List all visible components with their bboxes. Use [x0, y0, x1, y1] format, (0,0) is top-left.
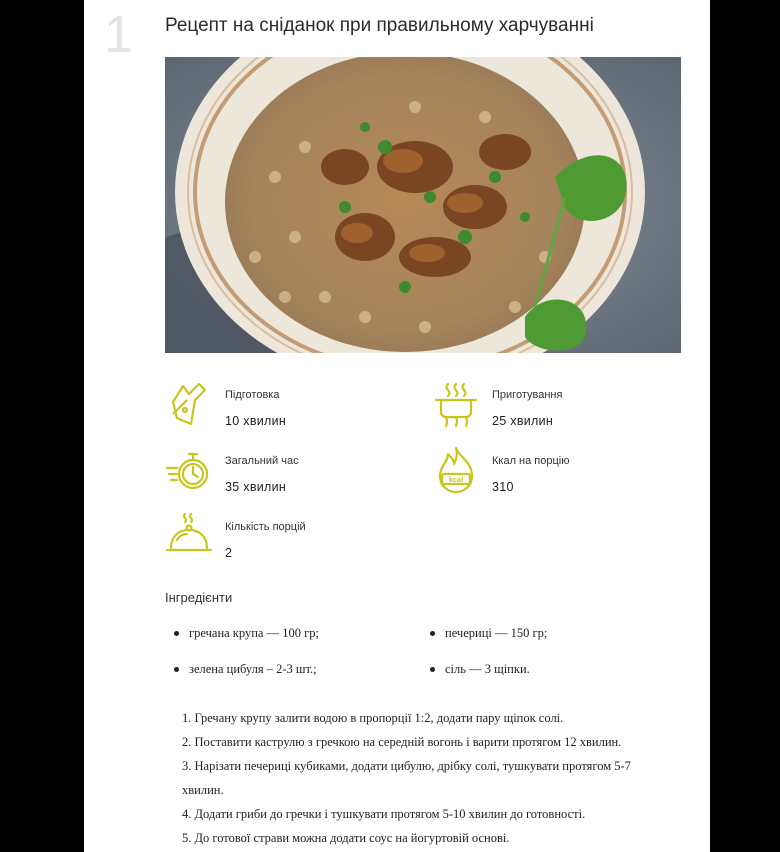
kcal-per-serving: kcal Ккал на порцію 310	[432, 446, 672, 502]
step-item: 2. Поставити каструлю з гречкою на серед…	[182, 735, 622, 749]
cook-value: 25 хвилин	[492, 414, 554, 428]
bullet	[430, 630, 435, 636]
prep-time: Підготовка 10 хвилин	[165, 380, 405, 436]
step-item: 3. Нарізати печериці кубиками, додати ци…	[182, 759, 631, 797]
kcal-flame-icon: kcal	[438, 446, 474, 494]
ingredient-text: гречана крупа — 100 гр;	[189, 626, 319, 640]
ingredients-heading: Інгредієнти	[165, 590, 233, 605]
cook-time: Приготування 25 хвилин	[432, 380, 672, 436]
kcal-value: 310	[492, 480, 514, 494]
ingredient-item: гречана крупа — 100 гр;	[174, 626, 319, 641]
recipe-photo	[165, 57, 681, 353]
prep-value: 10 хвилин	[225, 414, 287, 428]
svg-text:kcal: kcal	[449, 475, 464, 484]
serving-cloche-icon	[165, 512, 213, 552]
ingredient-text: сіль — 3 щіпки.	[445, 662, 530, 676]
bullet	[430, 666, 435, 672]
kcal-label: Ккал на порцію	[492, 455, 570, 467]
step-number: 1	[104, 6, 133, 64]
ingredient-item: зелена цибуля – 2-3 шт.;	[174, 662, 317, 677]
cook-label: Приготування	[492, 389, 563, 401]
cooking-pot-icon	[434, 382, 478, 428]
steps-list: 1. Гречану крупу залити водою в пропорці…	[182, 706, 672, 850]
step-item: 1. Гречану крупу залити водою в пропорці…	[182, 711, 564, 725]
servings-value: 2	[225, 546, 233, 560]
step-item: 4. Додати гриби до гречки і тушкувати пр…	[182, 807, 586, 821]
ingredient-text: печериці — 150 гр;	[445, 626, 548, 640]
servings-label: Кількість порцій	[225, 521, 306, 533]
bullet	[174, 666, 179, 672]
ingredient-text: зелена цибуля – 2-3 шт.;	[189, 662, 317, 676]
ingredient-item: печериці — 150 гр;	[430, 626, 547, 641]
ingredient-item: сіль — 3 щіпки.	[430, 662, 530, 677]
recipe-card: 1 Рецепт на сніданок при правильному хар…	[84, 0, 710, 852]
prep-label: Підготовка	[225, 389, 280, 401]
total-value: 35 хвилин	[225, 480, 287, 494]
total-time: Загальний час 35 хвилин	[165, 446, 405, 502]
stopwatch-icon	[165, 452, 209, 490]
recipe-title: Рецепт на сніданок при правильному харчу…	[165, 15, 594, 36]
bullet	[174, 630, 179, 636]
cutting-board-knife-icon	[171, 382, 207, 426]
step-item: 5. До готової страви можна додати соус н…	[182, 831, 510, 845]
total-label: Загальний час	[225, 455, 299, 467]
servings: Кількість порцій 2	[165, 512, 405, 568]
